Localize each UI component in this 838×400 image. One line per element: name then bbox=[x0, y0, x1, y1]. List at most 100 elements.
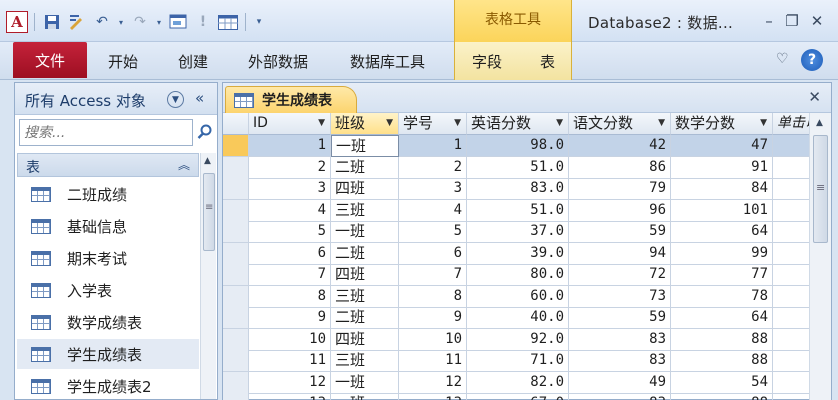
customize-qat-icon[interactable]: ▾ bbox=[252, 11, 266, 33]
cell-class[interactable]: 三班 bbox=[331, 285, 399, 308]
cell-class[interactable]: 四班 bbox=[331, 178, 399, 200]
nav-item-table[interactable]: 数学成绩表 bbox=[17, 307, 199, 337]
redo-dropdown-icon[interactable]: ▾ bbox=[154, 11, 164, 33]
file-tab[interactable]: 文件 bbox=[13, 42, 87, 78]
cell-add-field[interactable] bbox=[773, 350, 809, 372]
cell-chinese[interactable]: 59 bbox=[569, 307, 671, 329]
cell-chinese[interactable]: 49 bbox=[569, 371, 671, 394]
cell-student-no[interactable]: 9 bbox=[399, 307, 467, 329]
table-row[interactable]: 8 三班 8 60.0 73 78 bbox=[223, 285, 809, 308]
table-row[interactable]: 1 一班 1 98.0 42 47 bbox=[223, 135, 809, 157]
cell-add-field[interactable] bbox=[773, 264, 809, 286]
cell-class[interactable]: 四班 bbox=[331, 264, 399, 286]
cell-add-field[interactable] bbox=[773, 135, 809, 157]
nav-item-table[interactable]: 基础信息 bbox=[17, 211, 199, 241]
record-selector[interactable] bbox=[223, 242, 249, 265]
nav-item-table[interactable]: 入学表 bbox=[17, 275, 199, 305]
cell-math[interactable]: 88 bbox=[671, 328, 773, 351]
cell-id[interactable]: 2 bbox=[249, 156, 331, 179]
record-selector[interactable] bbox=[223, 307, 249, 329]
cell-math[interactable]: 54 bbox=[671, 371, 773, 394]
cell-english[interactable]: 37.0 bbox=[467, 221, 569, 243]
cell-add-field[interactable] bbox=[773, 221, 809, 243]
cell-add-field[interactable] bbox=[773, 393, 809, 400]
column-header-chinese[interactable]: 语文分数 ▼ bbox=[569, 113, 671, 135]
nav-scroll-thumb[interactable] bbox=[203, 173, 215, 251]
table-row[interactable]: 9 二班 9 40.0 59 64 bbox=[223, 307, 809, 329]
cell-english[interactable]: 98.0 bbox=[467, 135, 569, 157]
column-header-math[interactable]: 数学分数 ▼ bbox=[671, 113, 773, 135]
cell-chinese[interactable]: 42 bbox=[569, 135, 671, 157]
cell-id[interactable]: 1 bbox=[249, 135, 331, 157]
minimize-button[interactable]: – bbox=[758, 10, 780, 32]
cell-math[interactable]: 64 bbox=[671, 307, 773, 329]
record-selector[interactable] bbox=[223, 135, 249, 157]
cell-id[interactable]: 10 bbox=[249, 328, 331, 351]
cell-class[interactable]: 一班 bbox=[331, 221, 399, 243]
tab-database-tools[interactable]: 数据库工具 bbox=[350, 51, 425, 72]
datasheet-scrollbar[interactable]: ▲ bbox=[809, 113, 831, 400]
cell-chinese[interactable]: 59 bbox=[569, 221, 671, 243]
design-view-icon[interactable] bbox=[66, 11, 88, 33]
table-row[interactable]: 11 三班 11 71.0 83 88 bbox=[223, 350, 809, 372]
nav-item-table[interactable]: 期末考试 bbox=[17, 243, 199, 273]
cell-math[interactable]: 99 bbox=[671, 242, 773, 265]
nav-pane-header[interactable]: 所有 Access 对象 ▼ « bbox=[15, 83, 217, 115]
cell-math[interactable]: 78 bbox=[671, 285, 773, 308]
cell-math[interactable]: 64 bbox=[671, 221, 773, 243]
column-header-english[interactable]: 英语分数 ▼ bbox=[467, 113, 569, 135]
cell-class[interactable]: 二班 bbox=[331, 307, 399, 329]
nav-item-table[interactable]: 二班成绩 bbox=[17, 179, 199, 209]
cell-add-field[interactable] bbox=[773, 243, 809, 265]
table-row[interactable]: 3 四班 3 83.0 79 84 bbox=[223, 178, 809, 200]
record-selector[interactable] bbox=[223, 328, 249, 351]
record-selector[interactable] bbox=[223, 371, 249, 394]
form-icon[interactable] bbox=[167, 11, 189, 33]
cell-english[interactable]: 60.0 bbox=[467, 285, 569, 308]
tab-create[interactable]: 创建 bbox=[178, 51, 208, 72]
nav-search-box[interactable] bbox=[19, 119, 193, 146]
close-button[interactable]: ✕ bbox=[806, 10, 828, 32]
nav-group-header[interactable]: 表 ︽ bbox=[17, 153, 199, 177]
select-all-corner[interactable] bbox=[223, 113, 249, 135]
save-icon[interactable] bbox=[41, 11, 63, 33]
table-view-icon[interactable] bbox=[217, 11, 239, 33]
exclamation-icon[interactable]: ! bbox=[192, 11, 214, 33]
cell-student-no[interactable]: 11 bbox=[399, 350, 467, 372]
access-app-icon[interactable]: A bbox=[6, 11, 28, 33]
cell-math[interactable]: 91 bbox=[671, 156, 773, 179]
cell-math[interactable]: 77 bbox=[671, 264, 773, 286]
cell-student-no[interactable]: 3 bbox=[399, 178, 467, 200]
cell-english[interactable]: 40.0 bbox=[467, 307, 569, 329]
undo-icon[interactable]: ↶ bbox=[91, 11, 113, 33]
cell-chinese[interactable]: 79 bbox=[569, 178, 671, 200]
cell-student-no[interactable]: 1 bbox=[399, 135, 467, 157]
cell-student-no[interactable]: 12 bbox=[399, 371, 467, 394]
collapse-group-icon[interactable]: ︽ bbox=[178, 156, 190, 173]
cell-id[interactable]: 7 bbox=[249, 264, 331, 286]
cell-class[interactable]: 一班 bbox=[331, 371, 399, 394]
cell-class[interactable]: 二班 bbox=[331, 242, 399, 265]
redo-icon[interactable]: ↷ bbox=[129, 11, 151, 33]
tab-table[interactable]: 表 bbox=[540, 51, 555, 72]
nav-item-table[interactable]: 学生成绩表2 bbox=[17, 371, 199, 400]
cell-add-field[interactable] bbox=[773, 329, 809, 351]
undo-dropdown-icon[interactable]: ▾ bbox=[116, 11, 126, 33]
cell-id[interactable]: 6 bbox=[249, 242, 331, 265]
record-selector[interactable] bbox=[223, 178, 249, 200]
nav-pane-dropdown-icon[interactable]: ▼ bbox=[167, 91, 184, 108]
chevron-down-icon[interactable]: ▼ bbox=[658, 113, 665, 134]
cell-id[interactable]: 5 bbox=[249, 221, 331, 243]
cell-chinese[interactable]: 73 bbox=[569, 285, 671, 308]
cell-english[interactable]: 82.0 bbox=[467, 371, 569, 394]
chevron-down-icon[interactable]: ▼ bbox=[760, 113, 767, 134]
cell-english[interactable]: 67.0 bbox=[467, 393, 569, 400]
cell-student-no[interactable]: 5 bbox=[399, 221, 467, 243]
record-selector[interactable] bbox=[223, 350, 249, 372]
table-row[interactable]: 4 三班 4 51.0 96 101 bbox=[223, 199, 809, 222]
cell-chinese[interactable]: 83 bbox=[569, 350, 671, 372]
record-selector[interactable] bbox=[223, 285, 249, 308]
cell-add-field[interactable] bbox=[773, 286, 809, 308]
record-selector[interactable] bbox=[223, 156, 249, 179]
cell-chinese[interactable]: 83 bbox=[569, 328, 671, 351]
